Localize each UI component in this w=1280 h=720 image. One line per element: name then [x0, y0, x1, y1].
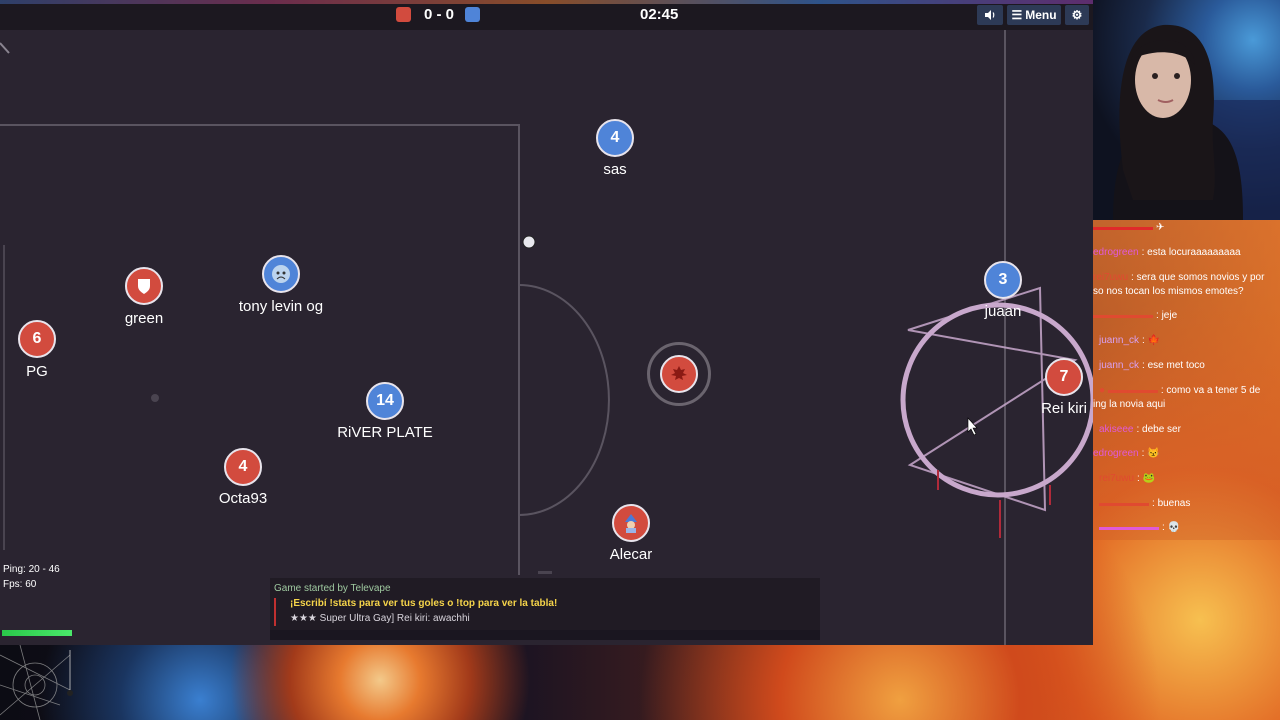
- goal-notch: [538, 571, 552, 574]
- player-number: 6: [32, 330, 42, 347]
- ball: [522, 235, 536, 249]
- streamer-silhouette: [1113, 24, 1280, 220]
- spiderweb-decoration: [0, 645, 73, 720]
- emote: 💀: [1167, 522, 1181, 533]
- player-number: 7: [1059, 368, 1069, 385]
- player-number: 3: [998, 271, 1008, 288]
- player-pg: 6: [18, 320, 56, 358]
- player-name: RiVER PLATE: [337, 424, 433, 441]
- soccer-field: 4 sas green tony levin og 6 PG 14 RiVER …: [0, 30, 1093, 645]
- match-timer: 02:45: [640, 6, 679, 23]
- player-name: Alecar: [609, 546, 653, 563]
- player-name: sas: [603, 161, 627, 178]
- corner-mark: [0, 42, 10, 54]
- mage-icon: [625, 514, 637, 533]
- game-canvas[interactable]: 0 - 0 02:45 ☰ Menu ⚙ 4 sas green tony le…: [0, 0, 1093, 645]
- player-name: PG: [26, 363, 48, 380]
- player-name: juaan: [984, 303, 1022, 320]
- fps-readout: Fps: 60: [3, 579, 37, 590]
- player-octa93: 4: [224, 448, 262, 486]
- chat-line: Game started by Televape: [274, 583, 391, 594]
- stream-chat: ▬▬▬▬▬▬ ✈ edrogreen: esta locuraaaaaaaaa r…: [1093, 220, 1280, 540]
- player-river-plate: 14: [366, 382, 404, 420]
- settings-button[interactable]: ⚙: [1065, 5, 1089, 25]
- chat-background: [1093, 220, 1280, 540]
- top-stripe: [0, 0, 1093, 4]
- player-green: [125, 267, 163, 305]
- ping-readout: Ping: 20 - 46: [3, 564, 60, 575]
- mouse-cursor: [967, 417, 978, 436]
- sound-button[interactable]: [977, 5, 1003, 25]
- player-number: 4: [238, 458, 248, 475]
- game-chat: Game started by Televape ¡Escribí !stats…: [270, 578, 820, 640]
- chat-message: edrogreen: esta locuraaaaaaaaa: [1093, 247, 1241, 258]
- webcam-feed: [1093, 0, 1280, 220]
- player-tony-levin-og: [262, 255, 300, 293]
- menu-button[interactable]: ☰ Menu: [1007, 5, 1061, 25]
- player-alecar: [612, 504, 650, 542]
- emote: 🐸: [1142, 473, 1156, 484]
- maple-leaf-icon: [671, 366, 687, 380]
- net-graph: [2, 630, 72, 636]
- chat-message: ▬▬▬▬▬▬: 💀: [1099, 522, 1181, 533]
- spider-icon: [67, 690, 73, 696]
- stream-screen: { "score": { "red": "0", "sep": "-", "bl…: [0, 0, 1280, 720]
- chat-message: juann_ck: 🍁: [1099, 335, 1161, 346]
- player-number: 4: [610, 129, 620, 146]
- crying-face-icon: [272, 265, 290, 283]
- speaker-icon: [985, 10, 995, 20]
- chat-message: ▬▬▬▬▬▬: jeje: [1093, 310, 1178, 321]
- player-juaan: 3: [984, 261, 1022, 299]
- chat-message: ● ▬▬▬▬▬: como va a tener 5 de: [1099, 385, 1261, 396]
- chat-message: rei7uwu: sera que somos novios y por: [1093, 272, 1265, 283]
- red-team-indicator: [396, 7, 411, 22]
- field-lines: [0, 30, 1093, 645]
- chat-line: ¡Escribí !stats para ver tus goles o !to…: [290, 598, 558, 609]
- emote: 🍁: [1147, 335, 1161, 346]
- center-arc: [518, 284, 610, 516]
- player-name: tony levin og: [238, 298, 324, 315]
- chat-message: edrogreen: 😾: [1093, 448, 1160, 459]
- chat-message: ▬▬▬▬▬: buenas: [1099, 498, 1191, 509]
- chat-message: rei7uwu: 🐸: [1099, 473, 1156, 484]
- player-sas: 4: [596, 119, 634, 157]
- chat-message: ing la novia aqui: [1093, 399, 1166, 410]
- chat-marker: [274, 598, 276, 626]
- player-name: Octa93: [218, 490, 268, 507]
- emote: ✈: [1156, 222, 1165, 233]
- chat-line: ★★★ Super Ultra Gay] Rei kiri: awachhi: [290, 613, 470, 624]
- player-self: [660, 355, 698, 393]
- emote: 😾: [1147, 448, 1160, 459]
- blue-team-indicator: [465, 7, 480, 22]
- gear-icon: ⚙: [1071, 8, 1083, 22]
- chat-input[interactable]: [270, 630, 820, 640]
- chat-message: ▬▬▬▬▬▬ ✈: [1093, 222, 1165, 233]
- chat-message: akiseee: debe ser: [1099, 424, 1181, 435]
- top-bar: 0 - 0 02:45 ☰ Menu ⚙: [0, 0, 1093, 30]
- menu-label: Menu: [1025, 8, 1057, 22]
- player-number: 14: [376, 392, 394, 409]
- player-name: green: [124, 310, 164, 327]
- shield-icon: [138, 279, 150, 294]
- scoreboard: 0 - 0: [423, 6, 454, 23]
- chat-message: so nos tocan los mismos emotes?: [1093, 286, 1244, 297]
- penalty-area-line: [0, 124, 520, 575]
- player-rei-kiri: 7: [1045, 358, 1083, 396]
- hamburger-icon: ☰: [1011, 8, 1023, 22]
- chat-message: juann_ck: ese met toco: [1099, 360, 1205, 371]
- player-name: Rei kiri: [1041, 400, 1087, 417]
- penalty-spot: [151, 394, 159, 402]
